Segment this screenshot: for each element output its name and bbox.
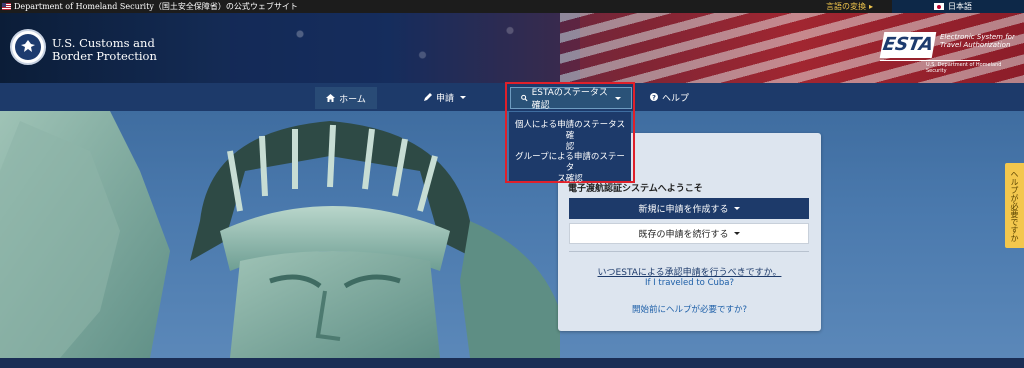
nav-apply-label: 申請 [436,93,455,104]
question-circle-icon: ? [650,93,658,101]
dd2-line2: ス確認 [557,174,583,184]
caret-down-icon [460,95,467,99]
gov-banner-text: Department of Homeland Security（国土安全保障省）… [14,2,298,11]
status-dropdown-menu: 個人による申請のステータス確 認 グループによる申請のステータ ス確認 [509,112,631,184]
nav-apply[interactable]: 申請 [414,83,476,111]
continue-application-label: 既存の申請を続行する [638,230,729,240]
panel-divider [569,251,809,252]
caret-down-icon [733,232,740,235]
nav-home-label: ホーム [339,94,366,105]
gov-banner-text-wrap: Department of Homeland Security（国土安全保障省）… [2,0,298,13]
esta-subtext: U.S. Department of Homeland Security [926,62,1002,74]
home-icon [326,94,336,102]
need-help-link[interactable]: 開始前にヘルプが必要ですか? [558,303,821,315]
esta-divider [880,60,980,61]
when-to-apply-link[interactable]: いつESTAによる承認申請を行うべきですか。 [558,265,821,278]
site-header: U.S. Customs and Border Protection ESTA … [0,13,1024,83]
nav-help[interactable]: ? ヘルプ [640,83,699,111]
esta-logo-mark: ESTA [879,32,937,58]
pencil-icon [424,93,432,101]
esta-logo[interactable]: ESTA Electronic System for Travel Author… [879,30,1020,74]
continue-application-button[interactable]: 既存の申請を続行する [569,223,809,244]
agency-name[interactable]: U.S. Customs and Border Protection [52,37,157,63]
svg-text:?: ? [652,93,656,101]
bottom-strip [0,358,1024,368]
language-switch-text: 言語の変換 [826,2,866,11]
caret-down-icon [733,207,740,210]
gov-banner: Department of Homeland Security（国土安全保障省）… [0,0,1024,13]
new-application-label: 新規に申請を作成する [638,205,729,215]
dropdown-item-group-status[interactable]: グループによる申請のステータ ス確認 [509,152,631,185]
nav-help-label: ヘルプ [662,93,690,104]
esta-line2: Travel Authorization [940,41,1011,49]
agency-name-line2: Border Protection [52,49,157,63]
statue-of-liberty-image [0,111,560,358]
dd1-line1: 個人による申請のステータス確 [514,120,626,141]
language-select[interactable]: 日本語 [892,0,1024,13]
flag-stars-bg [230,13,580,83]
dhs-seal-icon[interactable] [10,29,46,65]
language-switch-label[interactable]: 言語の変換 ▸ [826,0,873,13]
status-dropdown-highlight: 個人による申請のステータス確 認 グループによる申請のステータ ス確認 [505,82,635,184]
dropdown-item-individual-status[interactable]: 個人による申請のステータス確 認 [509,120,631,153]
arrow-right-icon: ▸ [869,2,874,11]
cuba-travel-link[interactable]: If I traveled to Cuba? [558,278,821,288]
new-application-button[interactable]: 新規に申請を作成する [569,198,809,219]
japan-flag-icon [934,3,944,10]
esta-logo-text: Electronic System for Travel Authorizati… [940,33,1015,49]
help-side-tab[interactable]: ヘルプが必要ですか [1005,163,1024,248]
us-flag-icon [2,3,11,10]
language-selected: 日本語 [948,2,972,11]
nav-home[interactable]: ホーム [315,87,377,109]
dd2-line1: グループによる申請のステータ [515,152,625,173]
esta-line1: Electronic System for [940,33,1015,41]
